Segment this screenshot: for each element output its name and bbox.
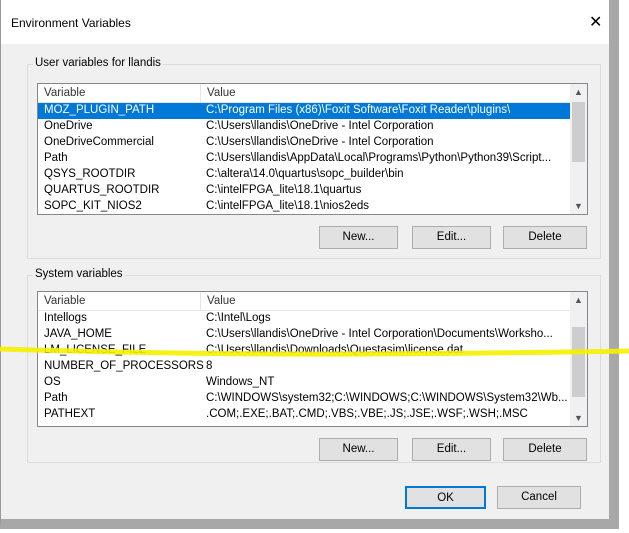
table-row[interactable]: Path C:\WINDOWS\system32;C:\WINDOWS;C:\WI… [38,391,587,407]
value-cell: C:\Program Files (x86)\Foxit Software\Fo… [206,104,511,116]
scrollbar[interactable]: ▲ ▼ [570,84,587,214]
value-cell: C:\Users\llandis\Downloads\Questasim\lic… [206,344,463,356]
variable-cell: QUARTUS_ROOTDIR [44,184,160,196]
system-variables-list[interactable]: Variable Value Intellogs C:\Intel\Logs JAVA… [37,291,588,427]
system-new-button[interactable]: New... [319,438,398,461]
variable-cell: LM_LICENSE_FILE [44,344,147,356]
close-icon[interactable]: ✕ [589,12,602,32]
value-cell: C:\WINDOWS\system32;C:\WINDOWS;C:\WINDOW… [206,392,568,404]
user-variables-label: User variables for llandis [33,57,163,69]
value-cell: C:\Users\llandis\OneDrive - Intel Corpor… [206,328,553,340]
table-row[interactable]: QUARTUS_ROOTDIR C:\intelFPGA_lite\18.1\qu… [38,183,587,199]
variable-cell: PATHEXT [44,408,96,420]
column-header-value[interactable]: Value [201,84,242,102]
table-row[interactable]: NUMBER_OF_PROCESSORS 8 [38,359,587,375]
title-bar: Environment Variables ✕ [1,0,609,44]
value-cell: C:\Users\llandis\OneDrive - Intel Corpor… [206,120,434,132]
user-variables-list[interactable]: Variable Value MOZ_PLUGIN_PATH C:\Program … [37,83,588,215]
value-cell: C:\Users\llandis\AppData\Local\Programs\… [206,152,552,164]
value-cell: C:\Intel\Logs [206,312,271,324]
system-variables-label: System variables [33,268,125,280]
variable-cell: Path [44,392,68,404]
column-header-variable[interactable]: Variable [38,292,201,310]
table-row[interactable]: JAVA_HOME C:\Users\llandis\OneDrive - Int… [38,327,587,343]
table-row[interactable]: OS Windows_NT [38,375,587,391]
column-header-value[interactable]: Value [201,292,242,310]
variable-cell: Intellogs [44,312,87,324]
ok-button[interactable]: OK [405,486,486,509]
value-cell: C:\altera\14.0\quartus\sopc_builder\bin [206,168,404,180]
table-row[interactable]: Intellogs C:\Intel\Logs [38,311,587,327]
variable-cell: OS [44,376,61,388]
system-edit-button[interactable]: Edit... [412,438,491,461]
variable-cell: MOZ_PLUGIN_PATH [44,104,155,116]
value-cell: .COM;.EXE;.BAT;.CMD;.VBS;.VBE;.JS;.JSE;.… [206,408,528,420]
system-delete-button[interactable]: Delete [503,438,587,461]
value-cell: Windows_NT [206,376,275,388]
value-cell: C:\intelFPGA_lite\18.1\quartus [206,184,362,196]
variable-cell: QSYS_ROOTDIR [44,168,136,180]
table-row[interactable]: OneDriveCommercial C:\Users\llandis\OneDr… [38,135,587,151]
table-row[interactable]: OneDrive C:\Users\llandis\OneDrive - Inte… [38,119,587,135]
value-cell: C:\Users\llandis\OneDrive - Intel Corpor… [206,136,434,148]
value-cell: C:\intelFPGA_lite\18.1\nios2eds [206,200,370,212]
environment-variables-dialog: Environment Variables ✕ User variables f… [0,0,619,529]
variable-cell: JAVA_HOME [44,328,112,340]
dialog-title: Environment Variables [11,16,131,30]
scrollbar[interactable]: ▲ ▼ [570,292,587,426]
table-row[interactable]: MOZ_PLUGIN_PATH C:\Program Files (x86)\Fo… [38,103,570,119]
table-row[interactable]: PATHEXT .COM;.EXE;.BAT;.CMD;.VBS;.VBE;.JS… [38,407,587,423]
variable-cell: NUMBER_OF_PROCESSORS [44,360,204,372]
variable-cell: SOPC_KIT_NIOS2 [44,200,142,212]
variable-cell: Path [44,152,68,164]
column-header-variable[interactable]: Variable [38,84,201,102]
user-delete-button[interactable]: Delete [503,226,587,249]
table-row[interactable]: Path C:\Users\llandis\AppData\Local\Progr… [38,151,587,167]
variable-cell: OneDrive [44,120,93,132]
table-row[interactable]: SOPC_KIT_NIOS2 C:\intelFPGA_lite\18.1\nio… [38,199,587,214]
user-edit-button[interactable]: Edit... [412,226,491,249]
user-new-button[interactable]: New... [319,226,398,249]
value-cell: 8 [206,360,213,372]
table-row[interactable]: QSYS_ROOTDIR C:\altera\14.0\quartus\sopc_… [38,167,587,183]
table-row[interactable]: LM_LICENSE_FILE C:\Users\llandis\Download… [38,343,587,359]
cancel-button[interactable]: Cancel [497,486,581,509]
variable-cell: OneDriveCommercial [44,136,154,148]
